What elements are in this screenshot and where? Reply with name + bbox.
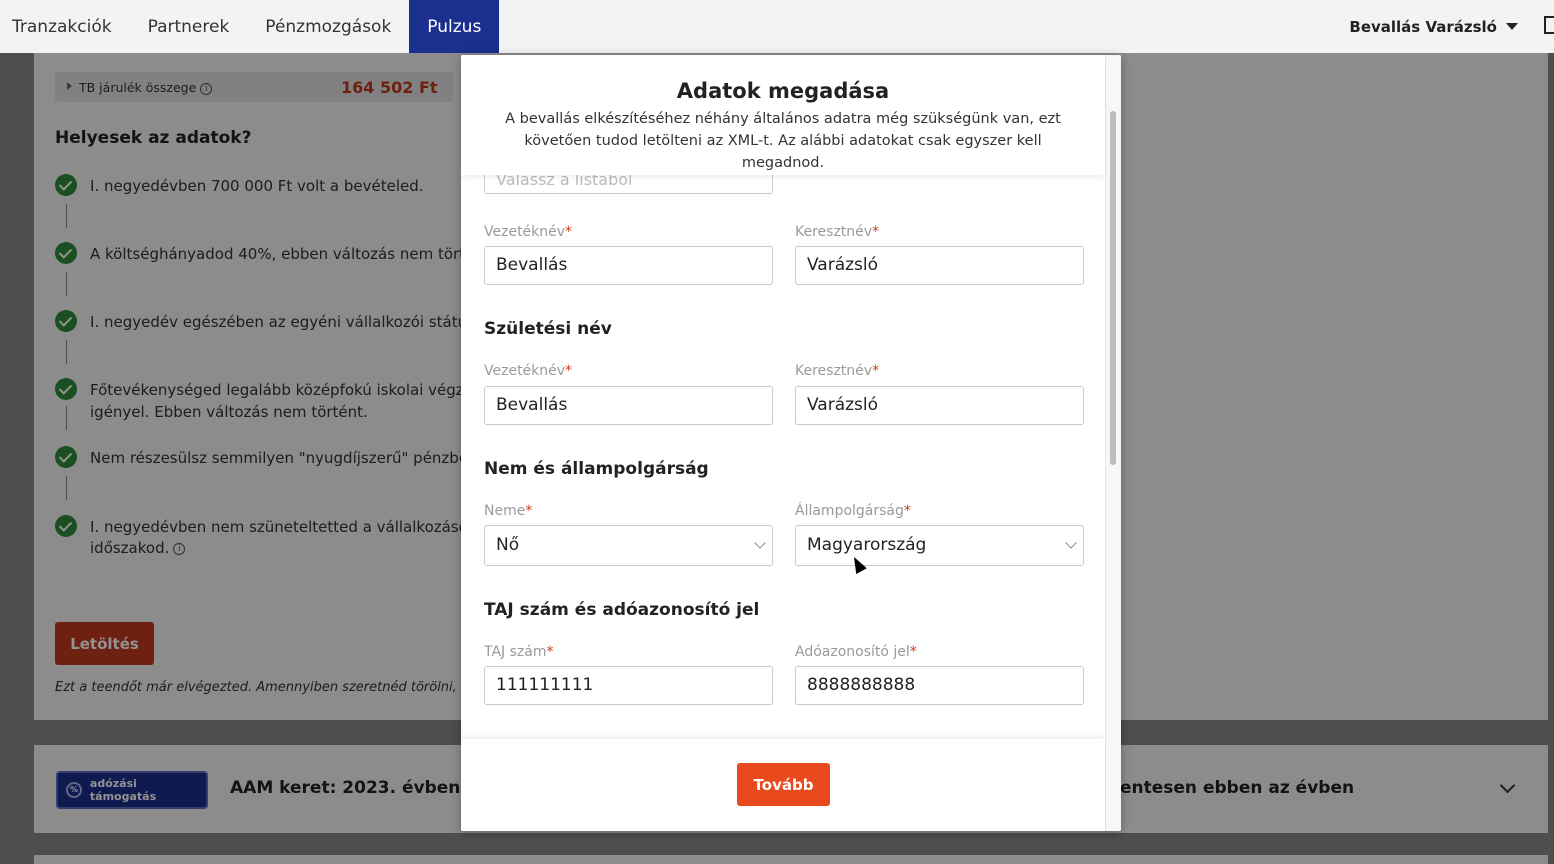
modal-header: Adatok megadása A bevallás elkészítéséhe… bbox=[461, 55, 1105, 175]
taj-tax-heading: TAJ szám és adóazonosító jel bbox=[484, 600, 760, 620]
tab-partnerek[interactable]: Partnerek bbox=[130, 0, 248, 53]
last-name-input[interactable]: Bevallás bbox=[484, 246, 773, 285]
data-entry-modal: Válassz a listából Vezetéknév* Bevallás … bbox=[461, 55, 1121, 831]
citizenship-select[interactable]: Magyarország bbox=[795, 525, 1084, 566]
tab-tranzakciok[interactable]: Tranzakciók bbox=[0, 0, 130, 53]
birth-first-name-label: Keresztnév* bbox=[795, 363, 880, 379]
chevron-down-icon bbox=[754, 537, 766, 549]
first-name-label: Keresztnév* bbox=[795, 224, 880, 240]
taj-input[interactable]: 111111111 bbox=[484, 666, 773, 705]
modal-title: Adatok megadása bbox=[676, 79, 890, 103]
chevron-down-icon bbox=[1065, 537, 1077, 549]
scrollbar-thumb[interactable] bbox=[1110, 111, 1116, 465]
modal-subtitle: A bevallás elkészítéséhez néhány általán… bbox=[505, 111, 1061, 171]
birth-last-name-label: Vezetéknév* bbox=[484, 363, 573, 379]
logout-icon[interactable] bbox=[1544, 16, 1554, 34]
modal-footer: Tovább bbox=[461, 739, 1105, 831]
modal-scrollbar[interactable] bbox=[1105, 55, 1121, 831]
first-name-input[interactable]: Varázsló bbox=[795, 246, 1084, 285]
birth-first-name-input[interactable]: Varázsló bbox=[795, 386, 1084, 425]
tax-id-input[interactable]: 8888888888 bbox=[795, 666, 1084, 705]
birth-name-heading: Születési név bbox=[484, 319, 612, 339]
citizenship-label: Állampolgárság* bbox=[795, 503, 911, 519]
gender-label: Neme* bbox=[484, 503, 533, 519]
caret-down-icon bbox=[1506, 23, 1518, 30]
tax-id-label: Adóazonosító jel* bbox=[795, 644, 917, 660]
next-button[interactable]: Tovább bbox=[737, 763, 830, 806]
user-menu[interactable]: Bevallás Varázsló bbox=[1349, 0, 1518, 53]
tab-penzmozgasok[interactable]: Pénzmozgások bbox=[247, 0, 409, 53]
taj-label: TAJ szám* bbox=[484, 644, 554, 660]
user-name: Bevallás Varázsló bbox=[1349, 17, 1497, 36]
tab-pulzus[interactable]: Pulzus bbox=[409, 0, 500, 53]
last-name-label: Vezetéknév* bbox=[484, 224, 573, 240]
top-navigation: Tranzakciók Partnerek Pénzmozgások Pulzu… bbox=[0, 0, 1554, 53]
gender-select[interactable]: Nő bbox=[484, 525, 773, 566]
gender-citizenship-heading: Nem és állampolgárság bbox=[484, 459, 709, 479]
birth-last-name-input[interactable]: Bevallás bbox=[484, 386, 773, 425]
